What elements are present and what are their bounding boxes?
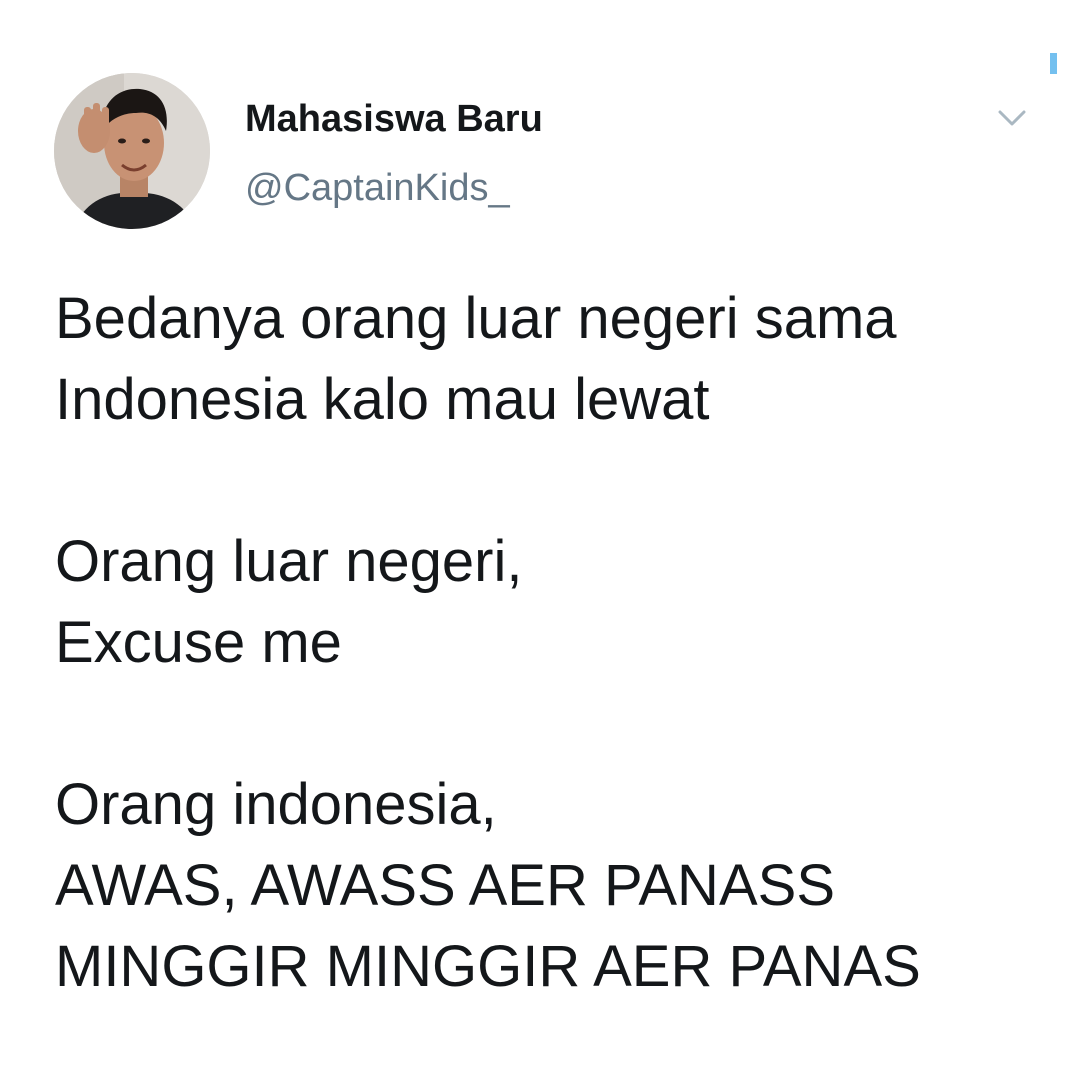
- display-name[interactable]: Mahasiswa Baru: [245, 98, 543, 141]
- chevron-down-icon-graphic: [998, 110, 1026, 126]
- tweet-line: MINGGIR MINGGIR AER PANAS: [55, 934, 921, 999]
- tweet-line: Bedanya orang luar negeri sama: [55, 286, 897, 351]
- scrollbar-thumb[interactable]: [1050, 53, 1057, 74]
- avatar-photo: [54, 73, 210, 229]
- tweet-line: Orang luar negeri,: [55, 529, 523, 594]
- tweet-text: Bedanya orang luar negeri sama Indonesia…: [55, 278, 1045, 1007]
- tweet-line: Indonesia kalo mau lewat: [55, 367, 710, 432]
- tweet-line: Orang indonesia,: [55, 772, 497, 837]
- tweet-line: AWAS, AWASS AER PANASS: [55, 853, 835, 918]
- user-handle[interactable]: @CaptainKids_: [245, 167, 510, 210]
- tweet-line: Excuse me: [55, 610, 342, 675]
- tweet-card: Mahasiswa Baru @CaptainKids_ Bedanya ora…: [0, 0, 1080, 1080]
- chevron-down-icon[interactable]: [990, 100, 1034, 134]
- avatar[interactable]: [54, 73, 210, 229]
